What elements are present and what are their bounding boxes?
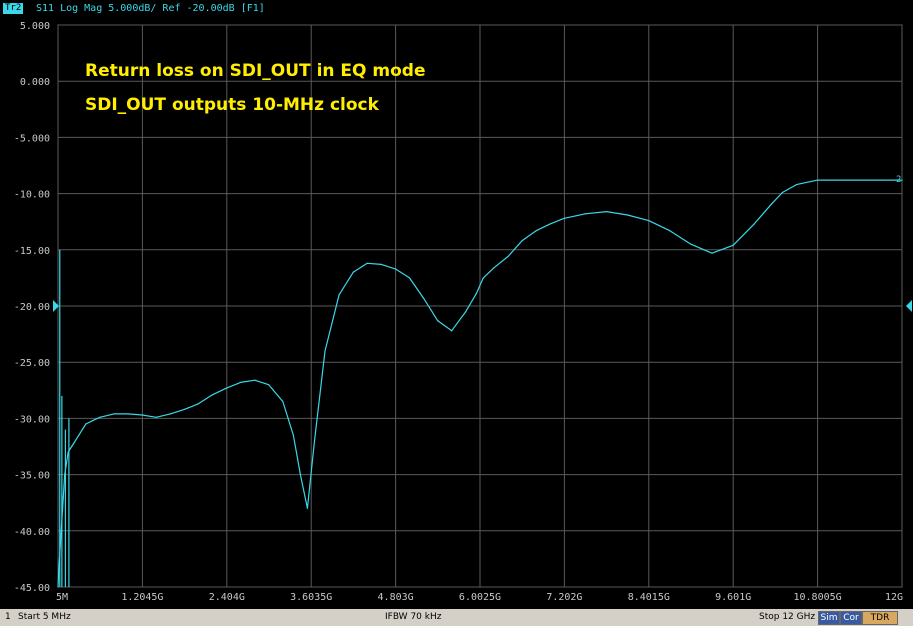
trace-point [549, 223, 551, 225]
x-tick-label: 1.2045G [121, 592, 163, 603]
trace-point [648, 219, 650, 222]
x-tick-label: 10.8005G [794, 592, 842, 603]
trace-point [380, 263, 382, 266]
trace-point [394, 268, 396, 270]
trace-point [211, 394, 214, 396]
trace-point [169, 413, 171, 415]
trace-point [306, 507, 309, 509]
trace-point [299, 474, 301, 476]
trace-point [92, 420, 94, 422]
cor-indicator[interactable]: Cor [840, 611, 862, 625]
trace-point [584, 213, 586, 215]
trace-point [859, 179, 861, 181]
trace-point [408, 277, 411, 279]
stop-frequency[interactable]: Stop 12 GHz [759, 612, 815, 623]
s11-log-mag-chart[interactable]: 5.000 0.000 -5.000 -10.00 -15.00 -20.00 -25.00… [0, 0, 913, 609]
trace-point [451, 330, 453, 332]
y-tick-label: -15.00 [14, 246, 50, 257]
trace-point [838, 179, 840, 181]
y-tick-label: -35.00 [14, 471, 50, 482]
trace-end-label: 2 [896, 175, 901, 185]
y-tick-label: -25.00 [14, 358, 50, 369]
x-tick-label: 9.601G [715, 592, 751, 603]
trace-point [141, 414, 143, 416]
trace-point [563, 217, 565, 219]
channel-number[interactable]: 1 [5, 612, 11, 623]
trace-point [313, 440, 316, 442]
x-tick-label: 12G [885, 592, 903, 603]
trace-point [292, 434, 294, 436]
trace-point [507, 255, 509, 258]
trace-point [901, 179, 903, 181]
trace-point [127, 413, 129, 415]
y-tick-label: 0.000 [20, 77, 50, 88]
y-tick-label: 5.000 [20, 21, 50, 32]
annotation-line-2: SDI_OUT outputs 10-MHz clock [85, 95, 380, 115]
trace-point [795, 184, 798, 186]
trace-point [493, 267, 495, 269]
trace-point [781, 191, 783, 194]
trace-point [880, 179, 882, 181]
x-tick-label: 3.6035G [290, 592, 332, 603]
trace-point [183, 408, 185, 411]
trace-point [605, 210, 608, 213]
trace-point [282, 400, 284, 403]
y-tick-label: -5.000 [14, 133, 50, 144]
trace-point [626, 214, 629, 216]
trace-point [753, 223, 755, 225]
trace-point [113, 413, 115, 415]
annotation-line-1: Return loss on SDI_OUT in EQ mode [85, 61, 426, 81]
trace-point [422, 297, 425, 299]
sim-indicator[interactable]: Sim [818, 611, 840, 625]
tdr-indicator[interactable]: TDR [862, 611, 898, 625]
trace-point [352, 271, 354, 273]
trace-point [521, 240, 523, 242]
trace-point [338, 294, 340, 296]
trace-point [71, 445, 73, 448]
trace-point [197, 403, 199, 405]
reference-markers: 2 [53, 175, 912, 312]
trace-point [482, 277, 484, 279]
y-tick-label: -10.00 [14, 190, 50, 201]
trace-point [690, 243, 692, 245]
trace-point [85, 423, 87, 425]
x-axis-ticks: 5M 1.2045G 2.404G 3.6035G 4.803G 6.0025G 7.202… [56, 592, 903, 603]
start-frequency[interactable]: Start 5 MHz [18, 612, 71, 623]
trace-point [437, 320, 439, 322]
y-tick-label: -20.00 [14, 302, 50, 313]
trace-point [732, 244, 734, 246]
y-tick-label: -30.00 [14, 414, 50, 425]
trace-point [254, 379, 256, 381]
x-tick-label: 8.4015G [628, 592, 670, 603]
x-tick-label: 5M [56, 592, 68, 603]
trace-point [465, 311, 467, 313]
y-tick-label: -45.00 [14, 583, 50, 594]
trace-point [816, 179, 819, 181]
trace-point [475, 293, 477, 295]
trace-point [78, 434, 80, 436]
status-bar: 1 Start 5 MHz IFBW 70 kHz Stop 12 GHz Si… [0, 609, 913, 626]
trace-point [669, 230, 671, 232]
trace-point [239, 381, 242, 384]
x-tick-label: 4.803G [378, 592, 414, 603]
y-tick-label: -40.00 [14, 527, 50, 538]
trace-point [155, 416, 157, 418]
trace-point [324, 350, 326, 352]
trace-point [57, 586, 59, 588]
trace-point [99, 416, 101, 418]
trace-point [535, 230, 537, 232]
x-tick-label: 6.0025G [459, 592, 501, 603]
trace-point [62, 496, 64, 498]
trace-point [268, 384, 270, 386]
reference-level-marker-right [906, 300, 912, 312]
ifbw-setting[interactable]: IFBW 70 kHz [385, 612, 441, 623]
trace-point [366, 262, 368, 264]
x-tick-label: 2.404G [209, 592, 245, 603]
trace-point [771, 203, 773, 205]
y-axis-ticks: 5.000 0.000 -5.000 -10.00 -15.00 -20.00 -25.00… [14, 21, 50, 594]
x-tick-label: 7.202G [546, 592, 582, 603]
trace-point [225, 387, 228, 389]
trace-point [711, 252, 713, 254]
